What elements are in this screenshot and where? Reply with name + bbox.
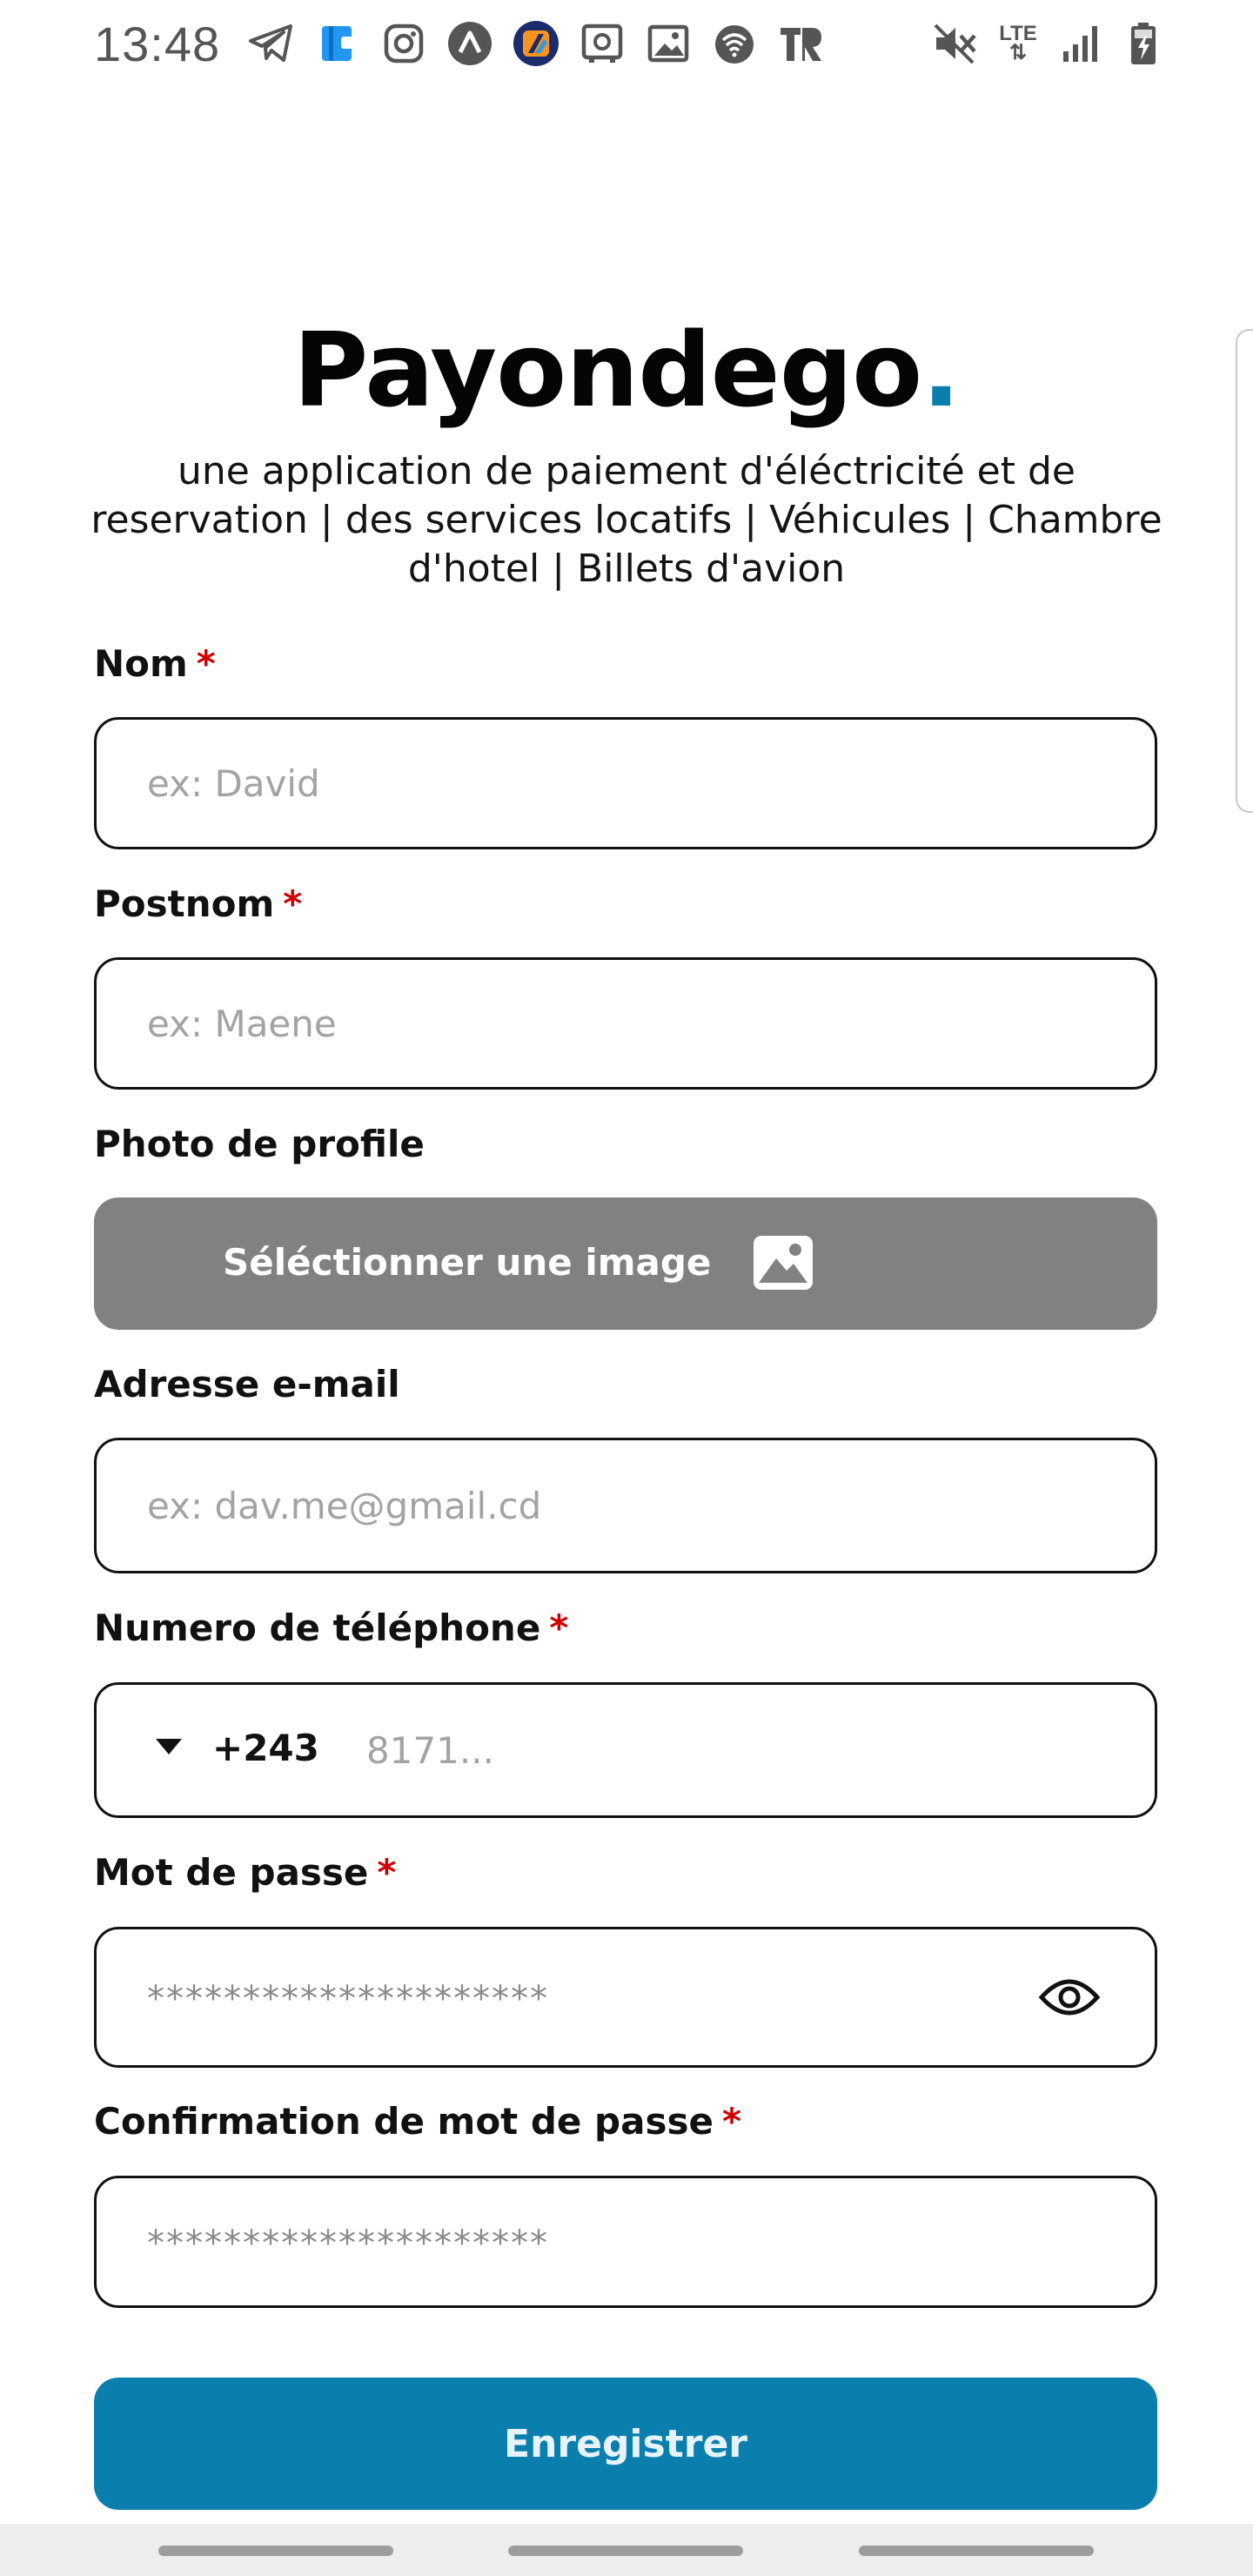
navigation-bar <box>0 2524 1253 2576</box>
phone-field[interactable]: +243 <box>94 1682 1157 1818</box>
password-label: Mot de passe * <box>94 1851 396 1894</box>
boosty-app-icon <box>512 19 560 68</box>
required-asterisk: * <box>377 1851 397 1894</box>
gallery-icon <box>644 19 693 68</box>
brand-dot: . <box>921 310 961 430</box>
lte-icon: LTE ⇅ <box>999 22 1037 64</box>
signal-icon <box>1058 19 1103 68</box>
nav-recents-button[interactable] <box>158 2546 393 2556</box>
notification-icons <box>247 17 825 70</box>
postnom-label-text: Postnom <box>94 882 275 925</box>
system-status-icons: LTE ⇅ <box>933 17 1166 70</box>
tr-app-icon <box>776 19 825 68</box>
email-input[interactable] <box>147 1440 1017 1571</box>
safe-app-icon <box>578 19 626 68</box>
password-confirm-label-text: Confirmation de mot de passe <box>94 2100 714 2143</box>
wallet-app-icon <box>313 19 362 68</box>
phone-input[interactable] <box>366 1685 1115 1815</box>
postnom-field[interactable] <box>94 957 1157 1090</box>
register-button[interactable]: Enregistrer <box>94 2378 1157 2510</box>
email-label-text: Adresse e-mail <box>94 1363 400 1405</box>
app-description: une application de paiement d'éléctricit… <box>90 449 1163 591</box>
password-confirm-input[interactable] <box>147 2178 1017 2305</box>
app-logo: Payondego. <box>0 305 1253 435</box>
battery-charging-icon <box>1121 19 1166 68</box>
nom-label-text: Nom <box>94 642 188 685</box>
required-asterisk: * <box>721 2100 741 2143</box>
app-name: Payondego <box>292 310 922 430</box>
required-asterisk: * <box>283 882 303 925</box>
photo-label-text: Photo de profile <box>94 1123 425 1165</box>
nom-input[interactable] <box>147 720 1017 847</box>
select-image-button[interactable]: Séléctionner une image <box>94 1197 1157 1330</box>
lte-label: LTE <box>999 22 1037 45</box>
nav-back-button[interactable] <box>859 2546 1094 2556</box>
phone-label: Numero de téléphone * <box>94 1607 568 1649</box>
telegram-icon <box>247 19 296 68</box>
postnom-label: Postnom * <box>94 882 302 925</box>
email-field[interactable] <box>94 1438 1157 1573</box>
select-image-label: Séléctionner une image <box>223 1241 712 1284</box>
nom-label: Nom * <box>94 642 216 685</box>
arc-app-icon <box>446 19 494 68</box>
country-dropdown-icon[interactable] <box>154 1737 184 1760</box>
required-asterisk: * <box>196 642 216 685</box>
instagram-icon <box>379 19 428 68</box>
mute-icon <box>933 19 978 68</box>
password-field[interactable] <box>94 1927 1157 2068</box>
nav-home-button[interactable] <box>508 2546 743 2556</box>
password-label-text: Mot de passe <box>94 1851 369 1894</box>
photo-label: Photo de profile <box>94 1123 425 1165</box>
status-bar: 13:48 LTE ⇅ <box>0 0 1253 87</box>
password-input[interactable] <box>147 1929 1017 2065</box>
status-time: 13:48 <box>94 17 221 71</box>
password-confirm-label: Confirmation de mot de passe * <box>94 2100 741 2143</box>
postnom-input[interactable] <box>147 960 1017 1087</box>
password-confirm-field[interactable] <box>94 2176 1157 2308</box>
image-icon <box>752 1234 814 1295</box>
country-code[interactable]: +243 <box>212 1727 319 1769</box>
phone-label-text: Numero de téléphone <box>94 1607 541 1649</box>
email-label: Adresse e-mail <box>94 1363 400 1405</box>
nom-field[interactable] <box>94 717 1157 849</box>
wifi-calling-icon <box>710 19 759 68</box>
required-asterisk: * <box>549 1607 569 1649</box>
eye-icon[interactable] <box>1038 1973 1101 2025</box>
